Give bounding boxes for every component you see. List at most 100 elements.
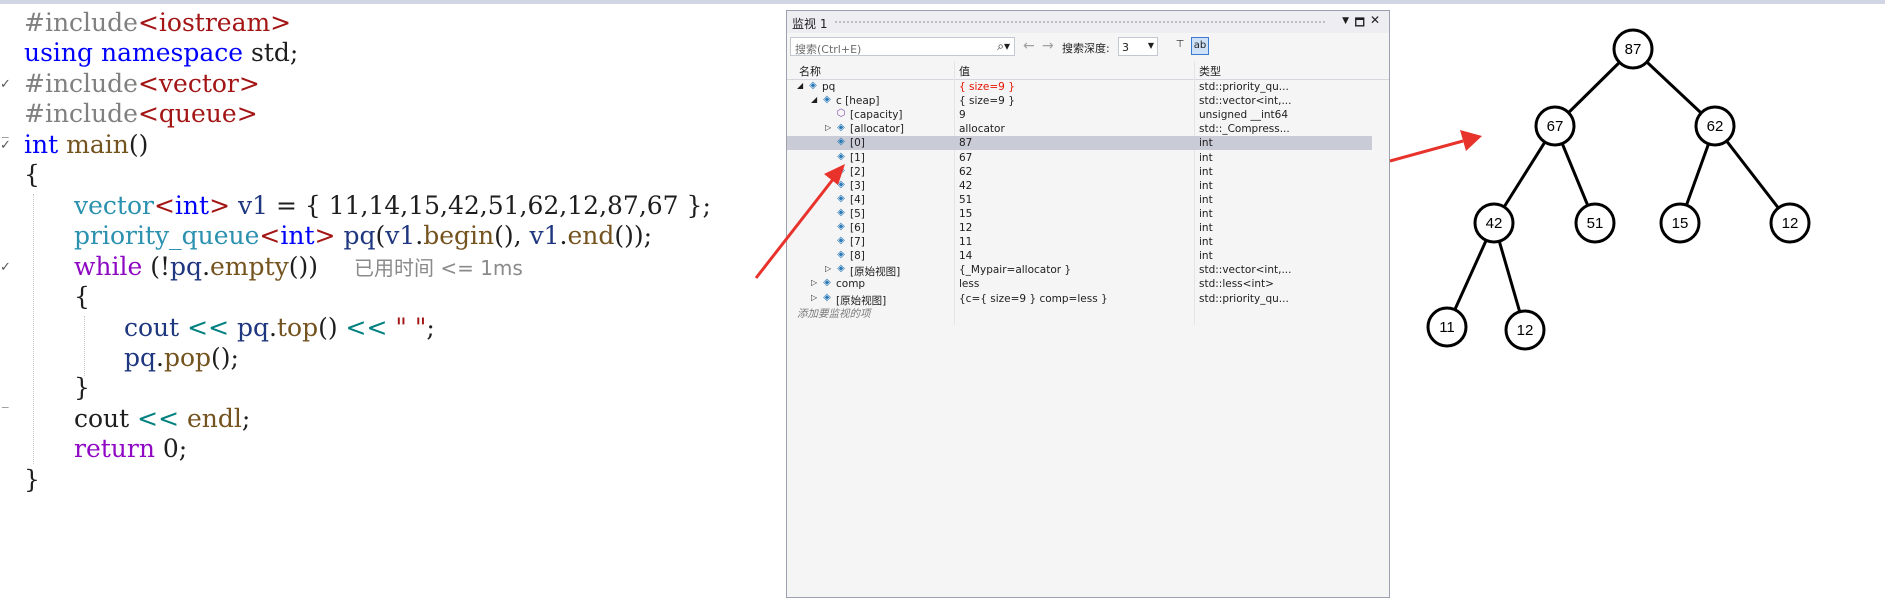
watch-row[interactable]: ▷ ◈ [原始视图] {_Mypair=allocator } std::vector<…: [787, 263, 1372, 279]
tree-node: 51: [1574, 202, 1616, 244]
column-header-value[interactable]: 值: [959, 63, 970, 79]
watch-row[interactable]: ◈ [7] 11 int: [787, 235, 1372, 249]
pin-icon[interactable]: ⊤: [1171, 37, 1189, 55]
watch-value-cell[interactable]: 42: [959, 180, 1189, 192]
collapse-marker[interactable]: ✓: [0, 77, 11, 92]
watch-row[interactable]: ▷ ◈ [原始视图] {c={ size=9 } comp=less } std::pr…: [787, 291, 1372, 307]
function-name: pop: [163, 343, 212, 372]
drag-grip[interactable]: [834, 20, 1327, 24]
watch-type-cell: int: [1199, 250, 1213, 263]
search-depth-select[interactable]: 3 ▼: [1118, 37, 1158, 56]
watch-value-cell[interactable]: 51: [959, 194, 1189, 206]
code-editor[interactable]: ✓ ✓ ✓ _ _ #include<iostream> using names…: [0, 4, 788, 598]
watch-row[interactable]: ◈ [0] 87 int: [787, 136, 1372, 151]
tree-node: 87: [1612, 28, 1654, 70]
watch-value-cell[interactable]: 11: [959, 236, 1189, 248]
watch-row[interactable]: ◢ ◈ c [heap] { size=9 } std::vector<int,...: [787, 94, 1372, 108]
search-input[interactable]: 搜索(Ctrl+E) ⌕▾: [790, 37, 1015, 56]
watch-value-cell[interactable]: 67: [959, 152, 1189, 164]
forward-arrow-icon[interactable]: →: [1042, 38, 1054, 54]
tree-node-circle: [1612, 28, 1654, 70]
watch-row[interactable]: ◈ [8] 14 int: [787, 249, 1372, 263]
column-header-name[interactable]: 名称: [799, 63, 821, 79]
close-icon[interactable]: ✕: [1370, 13, 1380, 27]
variable: cout: [74, 404, 130, 433]
watch-value-cell[interactable]: 12: [959, 222, 1189, 234]
punctuation: (): [128, 130, 149, 159]
watch-row[interactable]: ◈ [6] 12 int: [787, 221, 1372, 235]
object-icon: ◈: [823, 291, 831, 303]
tree-node-label: 51: [1587, 215, 1604, 232]
watch-row[interactable]: ▷ ◈ comp less std::less<int>: [787, 277, 1372, 291]
tree-node: 15: [1659, 202, 1701, 244]
watch-row[interactable]: ▷ ◈ [allocator] allocator std::_Compress...: [787, 122, 1372, 136]
watch-row[interactable]: ◈ [1] 67 int: [787, 151, 1372, 165]
watch-value-cell[interactable]: {_Mypair=allocator }: [959, 264, 1189, 276]
keyword: while: [74, 252, 143, 281]
watch-value-cell[interactable]: 14: [959, 250, 1189, 262]
watch-row[interactable]: ◈ [5] 15 int: [787, 207, 1372, 221]
watch-window[interactable]: 监视 1 ▼ 🗖 ✕ 搜索(Ctrl+E) ⌕▾ ← → 搜索深度: 3 ▼ ⊤…: [786, 10, 1390, 598]
watch-row[interactable]: ◢ ◈ pq { size=9 } std::priority_qu...: [787, 80, 1372, 94]
header-name: <iostream>: [137, 8, 292, 37]
collapse-marker[interactable]: ✓: [0, 138, 11, 153]
initializer: = { 11,14,15,42,51,62,12,87,67 };: [268, 191, 711, 220]
expanded-arrow-icon[interactable]: ◢: [811, 95, 817, 104]
watch-value-cell[interactable]: less: [959, 278, 1189, 290]
watch-value-cell[interactable]: 87: [959, 137, 1189, 149]
punctuation: (: [375, 221, 386, 250]
watch-type-cell: std::less<int>: [1199, 278, 1274, 291]
expanded-arrow-icon[interactable]: ◢: [797, 81, 803, 90]
collapsed-arrow-icon[interactable]: ▷: [811, 293, 817, 302]
watch-value-cell[interactable]: { size=9 }: [959, 95, 1189, 107]
watch-name-cell: pq: [822, 81, 836, 93]
watch-value-cell[interactable]: allocator: [959, 123, 1189, 135]
header-name: <vector>: [137, 69, 260, 98]
watch-row[interactable]: ◈ [3] 42 int: [787, 179, 1372, 193]
watch-type-cell: int: [1199, 137, 1213, 150]
object-icon: ◈: [837, 221, 845, 232]
object-icon: ◈: [809, 80, 817, 91]
maximize-icon[interactable]: 🗖: [1355, 14, 1365, 33]
punctuation: ;: [426, 313, 435, 342]
dropdown-icon[interactable]: ▼: [1342, 16, 1349, 26]
watch-value-cell[interactable]: { size=9 }: [959, 81, 1189, 93]
watch-value-cell[interactable]: {c={ size=9 } comp=less }: [959, 293, 1189, 305]
type-name: vector: [74, 191, 154, 220]
watch-name-cell: comp: [836, 278, 866, 291]
watch-value-cell[interactable]: 15: [959, 208, 1189, 220]
function-name: top: [276, 313, 319, 342]
tree-edge: [1492, 125, 1557, 224]
watch-type-cell: int: [1199, 179, 1213, 192]
back-arrow-icon[interactable]: ←: [1023, 38, 1035, 54]
watch-value-cell[interactable]: 62: [959, 166, 1189, 178]
search-icon[interactable]: ⌕▾: [997, 39, 1010, 54]
add-watch-item[interactable]: 添加要监视的项: [797, 306, 871, 321]
collapsed-arrow-icon[interactable]: ▷: [825, 123, 831, 132]
collapsed-arrow-icon[interactable]: ▷: [825, 264, 831, 273]
code-line-6: {: [24, 160, 40, 190]
column-header-type[interactable]: 类型: [1199, 63, 1221, 79]
tree-node-label: 12: [1517, 322, 1534, 339]
angle-bracket: <: [259, 221, 281, 250]
watch-row[interactable]: ◈ [2] 62 int: [787, 165, 1372, 179]
watch-name-cell: [4]: [850, 193, 865, 206]
hex-display-icon[interactable]: ab: [1191, 37, 1209, 55]
tree-edges: [1445, 47, 1792, 331]
watch-row[interactable]: ◈ [4] 51 int: [787, 193, 1372, 207]
operator: <<: [129, 404, 187, 433]
watch-row[interactable]: ⬡ [capacity] 9 unsigned __int64: [787, 108, 1372, 122]
object-icon: ◈: [837, 164, 845, 176]
watch-name-cell: [1]: [850, 151, 865, 164]
punctuation: ();: [211, 343, 239, 372]
watch-value-cell[interactable]: 9: [959, 109, 1189, 121]
preprocessor-directive: #include: [24, 99, 138, 128]
tree-edge: [1553, 125, 1597, 224]
collapsed-arrow-icon[interactable]: ▷: [811, 278, 817, 287]
search-depth-label: 搜索深度:: [1062, 42, 1110, 55]
watch-title-bar[interactable]: 监视 1 ▼ 🗖 ✕: [787, 11, 1389, 33]
collapse-marker[interactable]: ✓: [0, 260, 11, 275]
object-icon: ◈: [837, 206, 845, 218]
tree-edge: [1713, 125, 1792, 224]
tree-node-circle: [1534, 105, 1576, 147]
